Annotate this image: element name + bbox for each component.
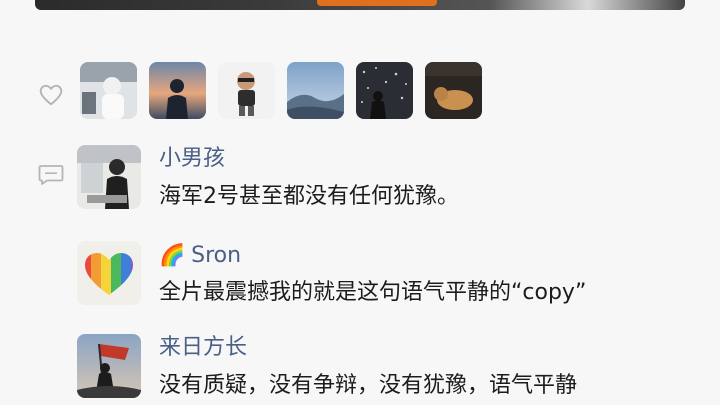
liker-avatar-4[interactable] bbox=[287, 62, 344, 119]
video-caption-strip bbox=[317, 0, 437, 6]
liker-avatar-list bbox=[80, 62, 482, 119]
comment-text: 海军2号甚至都没有任何犹豫。 bbox=[159, 184, 459, 209]
liker-avatar-2[interactable] bbox=[149, 62, 206, 119]
avatar[interactable] bbox=[77, 334, 141, 398]
liker-avatar-1[interactable] bbox=[80, 62, 137, 119]
avatar[interactable] bbox=[77, 241, 141, 305]
comment-text: 没有质疑，没有争辩，没有犹豫，语气平静 bbox=[159, 373, 578, 398]
liker-avatar-6[interactable] bbox=[425, 62, 482, 119]
liker-avatar-3[interactable] bbox=[218, 62, 275, 119]
liker-avatar-5[interactable] bbox=[356, 62, 413, 119]
comment-username[interactable]: 来日方长 bbox=[159, 334, 247, 362]
comment-username[interactable]: 🌈 Sron bbox=[159, 241, 241, 270]
avatar[interactable] bbox=[77, 145, 141, 209]
rainbow-emoji: 🌈 bbox=[159, 243, 186, 267]
comment-bubble-icon[interactable] bbox=[38, 164, 64, 186]
comment-username[interactable]: 小男孩 bbox=[159, 145, 225, 173]
heart-outline-icon[interactable] bbox=[38, 82, 64, 108]
comment-username-text: Sron bbox=[191, 243, 242, 268]
video-thumbnail-strip[interactable] bbox=[35, 0, 685, 10]
comment-text: 全片最震撼我的就是这句语气平静的“copy” bbox=[159, 280, 587, 305]
